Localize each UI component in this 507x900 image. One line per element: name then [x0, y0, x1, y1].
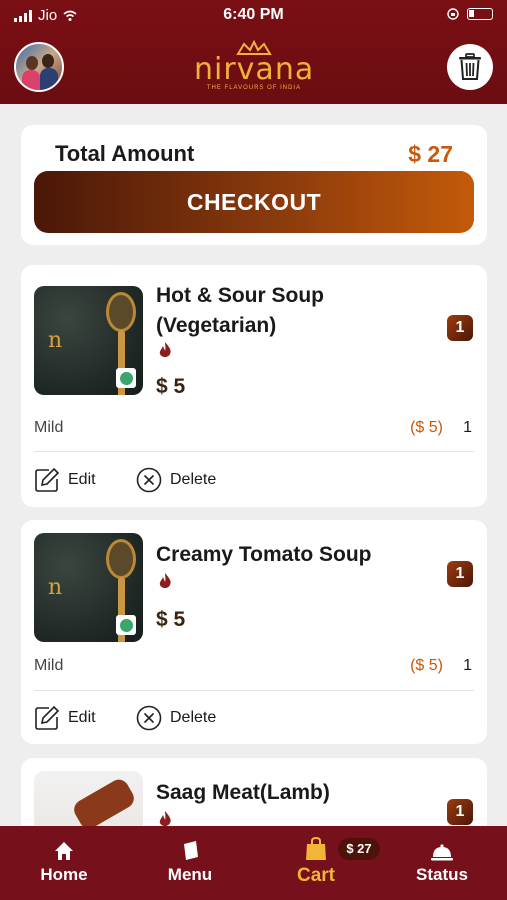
veg-indicator-icon	[116, 615, 136, 635]
tab-menu-label: Menu	[167, 865, 213, 884]
item-qty-badge: 1	[447, 315, 473, 341]
spicy-icon	[159, 811, 171, 826]
brand-mark-icon: n	[48, 575, 63, 600]
total-summary-card: Total Amount $ 27 CHECKOUT	[21, 125, 487, 245]
spicy-icon	[159, 342, 171, 357]
delete-label: Delete	[170, 709, 217, 726]
cloche-icon	[431, 844, 453, 861]
tab-home[interactable]: Home	[19, 836, 109, 885]
spice-level: Mild	[34, 419, 64, 436]
tab-status[interactable]: Status	[397, 836, 487, 885]
home-icon	[55, 842, 73, 860]
item-price: $ 5	[156, 375, 186, 398]
delete-label: Delete	[170, 471, 217, 488]
shopping-bag-icon	[306, 836, 326, 860]
tab-status-label: Status	[416, 865, 468, 884]
cart-content[interactable]: Total Amount $ 27 CHECKOUT n Hot & Sour …	[0, 104, 507, 826]
brand-tagline: THE FLAVOURS OF INDIA	[206, 85, 302, 91]
clear-cart-button[interactable]	[447, 44, 493, 90]
brand-mark-icon: n	[48, 328, 63, 353]
edit-icon	[35, 467, 60, 492]
menu-icon	[184, 841, 198, 860]
item-image: n	[34, 533, 143, 642]
divider	[34, 690, 474, 691]
orientation-lock-icon	[447, 8, 459, 20]
tab-home-label: Home	[40, 865, 88, 884]
delete-icon	[136, 467, 162, 493]
brand-logo: nirvana THE FLAVOURS OF INDIA	[194, 40, 314, 92]
profile-avatar[interactable]	[14, 42, 64, 92]
item-name: Creamy Tomato Soup	[156, 543, 372, 566]
status-time: 6:40 PM	[223, 6, 284, 23]
spicy-icon	[159, 573, 171, 588]
line-qty: 1	[463, 657, 472, 674]
delete-button[interactable]: Delete	[136, 705, 216, 731]
tab-menu[interactable]: Menu	[145, 836, 235, 885]
delete-icon	[136, 705, 162, 731]
edit-icon	[35, 705, 60, 730]
edit-button[interactable]: Edit	[34, 705, 96, 731]
total-label: Total Amount	[55, 141, 195, 166]
item-name: Saag Meat(Lamb)	[156, 781, 330, 804]
cart-item: n Creamy Tomato Soup $ 5 1 Mild ($ 5) 1 …	[21, 520, 487, 744]
status-bar: Jio 6:40 PM	[0, 0, 507, 30]
item-qty-badge: 1	[447, 799, 473, 825]
edit-button[interactable]: Edit	[34, 467, 96, 493]
spice-level: Mild	[34, 657, 64, 674]
item-image	[34, 771, 143, 826]
cart-item: n Hot & Sour Soup (Vegetarian) $ 5 1 Mil…	[21, 265, 487, 507]
divider	[34, 451, 474, 452]
status-right	[447, 8, 493, 20]
battery-icon	[467, 8, 493, 20]
checkout-button[interactable]: CHECKOUT	[34, 171, 474, 233]
edit-label: Edit	[68, 471, 96, 488]
total-amount: $ 27	[408, 141, 453, 167]
bottom-tab-bar: Home Menu Cart $ 27 Status	[0, 826, 507, 900]
tab-cart-label: Cart	[296, 865, 335, 886]
trash-icon	[459, 53, 481, 80]
edit-label: Edit	[68, 709, 96, 726]
cart-total-badge: $ 27	[338, 838, 380, 860]
delete-button[interactable]: Delete	[136, 467, 216, 493]
line-price: ($ 5)	[410, 657, 443, 674]
line-qty: 1	[463, 419, 472, 436]
item-qty-badge: 1	[447, 561, 473, 587]
item-image: n	[34, 286, 143, 395]
item-name: Hot & Sour Soup (Vegetarian)	[156, 284, 324, 337]
cart-item: Saag Meat(Lamb) 1	[21, 758, 487, 826]
brand-name: nirvana	[194, 52, 315, 87]
app-header: Jio 6:40 PM nirvana THE FLAVOURS OF INDI…	[0, 0, 507, 104]
item-price: $ 5	[156, 608, 186, 631]
line-price: ($ 5)	[410, 419, 443, 436]
veg-indicator-icon	[116, 368, 136, 388]
